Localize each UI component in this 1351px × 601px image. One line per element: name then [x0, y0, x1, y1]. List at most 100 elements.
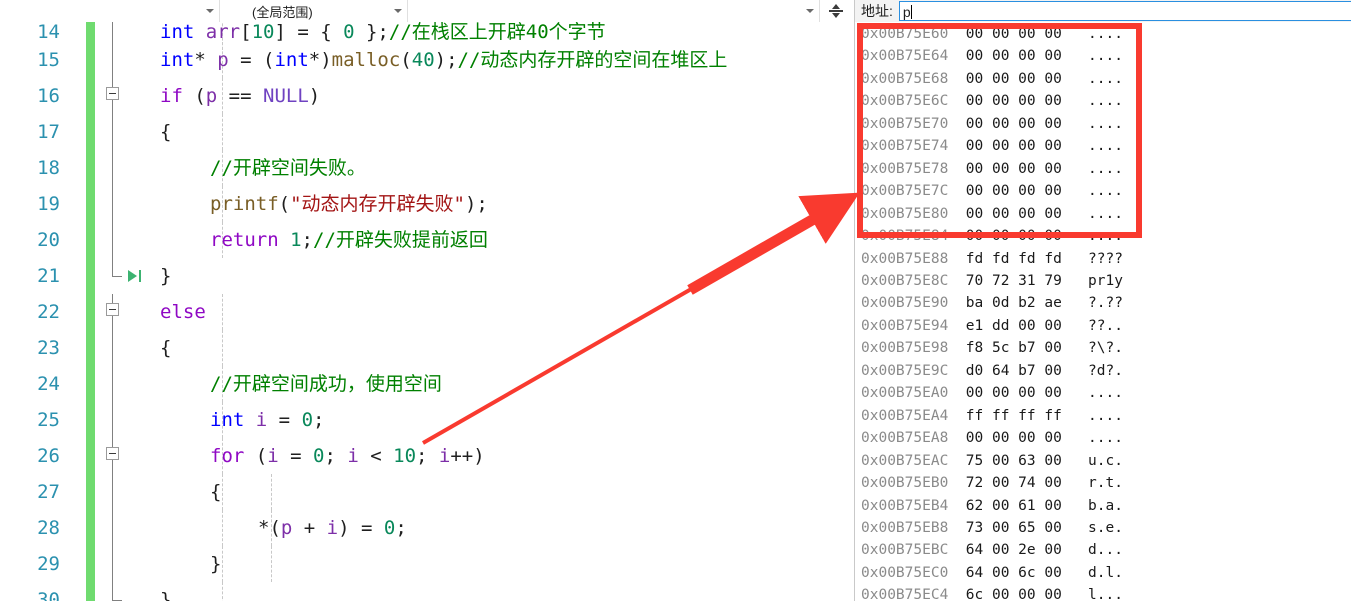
memory-row[interactable]: 0x00B75EBC 64 00 2e 00 d... [855, 539, 1351, 561]
editor-navigation-bar: (全局范围) [0, 0, 853, 23]
memory-row[interactable]: 0x00B75E90 ba 0d b2 ae ?.?? [855, 292, 1351, 314]
memory-address-input[interactable]: p [898, 1, 1351, 21]
memory-row-hex: 00 00 00 00 [948, 228, 1062, 245]
split-view-button[interactable] [820, 0, 852, 22]
memory-row[interactable]: 0x00B75E9C d0 64 b7 00 ?d?. [855, 360, 1351, 382]
memory-address-bar: 地址: p [855, 0, 1351, 22]
memory-row[interactable]: 0x00B75E7C 00 00 00 00 .... [855, 180, 1351, 202]
code-line: 18 //开辟空间失败。 [0, 150, 853, 186]
text-caret [910, 5, 912, 19]
memory-row-address: 0x00B75E74 [861, 138, 949, 155]
memory-row[interactable]: 0x00B75E8C 70 72 31 79 pr1y [855, 270, 1351, 292]
code-line: 30 } [0, 582, 853, 601]
memory-row-address: 0x00B75EA8 [861, 430, 949, 447]
memory-row-ascii: pr1y [1061, 272, 1123, 289]
collapse-toggle-icon[interactable] [106, 303, 119, 316]
collapse-toggle-icon[interactable] [106, 87, 119, 100]
code-line: 23 { [0, 330, 853, 366]
memory-row-hex: 00 00 00 00 [948, 160, 1062, 177]
memory-row[interactable]: 0x00B75E64 00 00 00 00 .... [855, 45, 1351, 67]
code-line-text: { [160, 337, 172, 359]
split-view-icon [828, 3, 844, 19]
line-number: 23 [37, 337, 60, 359]
memory-row-ascii: .... [1061, 160, 1123, 177]
code-line-text: int* p = (int*)malloc(40);//动态内存开辟的空间在堆区… [160, 49, 728, 71]
memory-row[interactable]: 0x00B75E78 00 00 00 00 .... [855, 158, 1351, 180]
class-scope-dropdown[interactable] [0, 0, 220, 22]
run-to-cursor-icon[interactable] [128, 269, 142, 283]
code-line: 15 int* p = (int*)malloc(40);//动态内存开辟的空间… [0, 42, 853, 78]
code-line-text: { [210, 481, 222, 503]
memory-row-hex: ff ff ff ff [948, 407, 1062, 424]
memory-row-address: 0x00B75E88 [861, 250, 949, 267]
memory-row[interactable]: 0x00B75EC0 64 00 6c 00 d.l. [855, 562, 1351, 584]
global-scope-dropdown[interactable]: (全局范围) [220, 0, 408, 22]
change-bar [86, 42, 95, 78]
memory-row-address: 0x00B75E98 [861, 340, 949, 357]
code-line-text: { [160, 121, 172, 143]
memory-row-ascii: .... [1061, 26, 1123, 42]
memory-row-hex: e1 dd 00 00 [948, 317, 1062, 334]
memory-row-hex: 00 00 00 00 [948, 205, 1062, 222]
code-editor[interactable]: 14 int arr[10] = { 0 };//在栈区上开辟40个字节 15 … [0, 22, 853, 601]
memory-row-ascii: u.c. [1061, 452, 1123, 469]
memory-row[interactable]: 0x00B75EA8 00 00 00 00 .... [855, 427, 1351, 449]
change-bar [86, 402, 95, 438]
code-line-text: //开辟空间成功，使用空间 [210, 373, 442, 395]
memory-row[interactable]: 0x00B75E60 00 00 00 00 .... [855, 23, 1351, 45]
code-line-text: return 1;//开辟失败提前返回 [210, 229, 488, 251]
memory-row[interactable]: 0x00B75EC4 6c 00 00 00 l... [855, 584, 1351, 601]
memory-row[interactable]: 0x00B75E94 e1 dd 00 00 ??.. [855, 315, 1351, 337]
memory-row[interactable]: 0x00B75EB8 73 00 65 00 s.e. [855, 517, 1351, 539]
line-number: 19 [37, 193, 60, 215]
memory-row-hex: 00 00 00 00 [948, 93, 1062, 110]
memory-row-address: 0x00B75E7C [861, 183, 949, 200]
change-bar [86, 510, 95, 546]
memory-row-address: 0x00B75E8C [861, 272, 949, 289]
code-line-text: } [160, 589, 172, 601]
change-bar [86, 222, 95, 258]
memory-row[interactable]: 0x00B75E6C 00 00 00 00 .... [855, 90, 1351, 112]
memory-row-address: 0x00B75E68 [861, 70, 949, 87]
memory-row-address: 0x00B75EB0 [861, 475, 949, 492]
memory-row-ascii: ?\?. [1061, 340, 1123, 357]
memory-row-address: 0x00B75EA4 [861, 407, 949, 424]
memory-row-hex: 00 00 00 00 [948, 138, 1062, 155]
memory-row[interactable]: 0x00B75EA0 00 00 00 00 .... [855, 382, 1351, 404]
memory-row[interactable]: 0x00B75EB4 62 00 61 00 b.a. [855, 495, 1351, 517]
code-line: 29 } [0, 546, 853, 582]
memory-row[interactable]: 0x00B75EB0 72 00 74 00 r.t. [855, 472, 1351, 494]
memory-row[interactable]: 0x00B75EAC 75 00 63 00 u.c. [855, 450, 1351, 472]
memory-row-ascii: .... [1061, 48, 1123, 65]
memory-row-hex: 00 00 00 00 [948, 70, 1062, 87]
member-dropdown[interactable] [408, 0, 820, 22]
code-line: 27 { [0, 474, 853, 510]
line-number: 21 [37, 265, 60, 287]
memory-row[interactable]: 0x00B75E98 f8 5c b7 00 ?\?. [855, 337, 1351, 359]
memory-row-hex: 00 00 00 00 [948, 48, 1062, 65]
collapse-toggle-icon[interactable] [106, 447, 119, 460]
change-bar [86, 150, 95, 186]
line-number: 26 [37, 445, 60, 467]
code-line: 28 *(p + i) = 0; [0, 510, 853, 546]
memory-row[interactable]: 0x00B75E74 00 00 00 00 .... [855, 135, 1351, 157]
memory-row[interactable]: 0x00B75E88 fd fd fd fd ???? [855, 248, 1351, 270]
memory-row[interactable]: 0x00B75EA4 ff ff ff ff .... [855, 405, 1351, 427]
line-number: 28 [37, 517, 60, 539]
memory-row-hex: 00 00 00 00 [948, 430, 1062, 447]
memory-row-ascii: l... [1061, 587, 1123, 601]
change-bar [86, 294, 95, 330]
memory-row-address: 0x00B75EB8 [861, 519, 949, 536]
memory-row[interactable]: 0x00B75E70 00 00 00 00 .... [855, 113, 1351, 135]
code-line-text: else [160, 301, 206, 323]
memory-row-address: 0x00B75E90 [861, 295, 949, 312]
memory-row[interactable]: 0x00B75E68 00 00 00 00 .... [855, 68, 1351, 90]
memory-row-hex: d0 64 b7 00 [948, 362, 1062, 379]
memory-row[interactable]: 0x00B75E84 00 00 00 00 .... [855, 225, 1351, 247]
memory-row-address: 0x00B75E6C [861, 93, 949, 110]
memory-dump-grid[interactable]: 0x00B75E60 00 00 00 00 .... 0x00B75E64 00… [855, 23, 1351, 601]
line-number: 16 [37, 85, 60, 107]
memory-row-ascii: .... [1061, 115, 1123, 132]
memory-row-ascii: .... [1061, 228, 1123, 245]
memory-row[interactable]: 0x00B75E80 00 00 00 00 .... [855, 203, 1351, 225]
